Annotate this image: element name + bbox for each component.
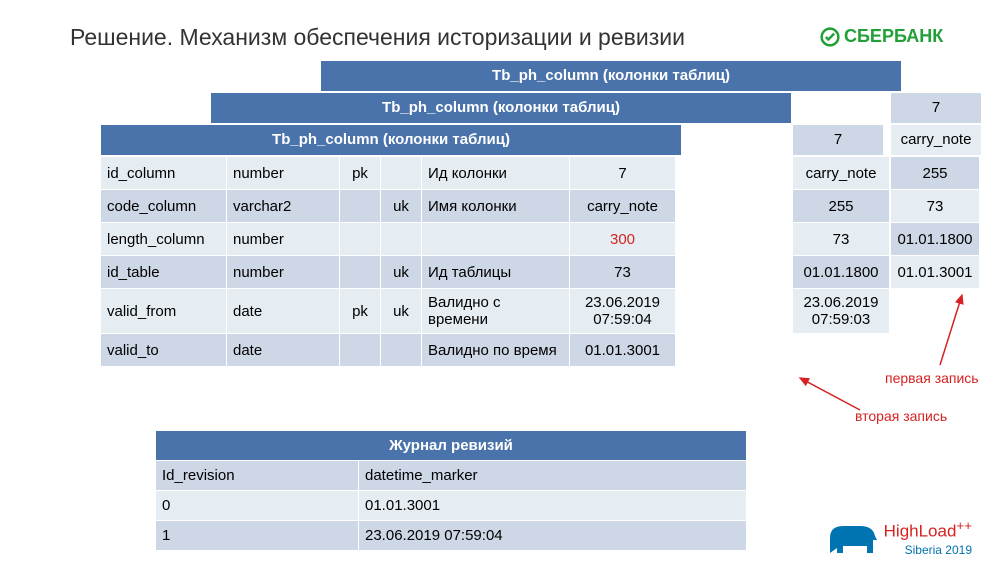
- cell: 73: [570, 256, 676, 289]
- cell: 23.06.2019 07:59:03: [793, 289, 890, 334]
- cell: pk: [340, 157, 381, 190]
- cell: [340, 190, 381, 223]
- cell: date: [227, 289, 340, 334]
- cell: 255: [793, 190, 890, 223]
- sberbank-logo: СБЕРБАНК: [820, 26, 943, 47]
- layer3-val1: 7: [890, 92, 982, 124]
- cell: carry_note: [793, 157, 890, 190]
- cell: valid_from: [101, 289, 227, 334]
- table-row: length_column number 300: [101, 223, 676, 256]
- table-row: id_column number pk Ид колонки 7: [101, 157, 676, 190]
- layer1-header: Tb_ph_column (колонки таблиц): [100, 124, 682, 156]
- cell: [381, 157, 422, 190]
- cell: 1: [156, 521, 359, 551]
- cell: uk: [381, 190, 422, 223]
- cell: 73: [891, 190, 980, 223]
- cell: Ид колонки: [422, 157, 570, 190]
- cell: varchar2: [227, 190, 340, 223]
- note-second: вторая запись: [855, 408, 947, 424]
- layer2-column: carry_note 255 73 01.01.1800 23.06.2019 …: [792, 156, 890, 334]
- rev-head1: Id_revision: [156, 461, 359, 491]
- cell: uk: [381, 256, 422, 289]
- cell: number: [227, 223, 340, 256]
- slide-title: Решение. Механизм обеспечения историзаци…: [70, 24, 685, 51]
- cell: 23.06.2019 07:59:04: [359, 521, 747, 551]
- cell: 01.01.3001: [891, 256, 980, 289]
- layer3-val2: carry_note: [890, 124, 982, 156]
- stacked-tables: Tb_ph_column (колонки таблиц) Tb_ph_colu…: [100, 60, 980, 390]
- table-row: valid_from date pk uk Валидно с времени …: [101, 289, 676, 334]
- cell: 73: [793, 223, 890, 256]
- cell: id_column: [101, 157, 227, 190]
- cell: 7: [570, 157, 676, 190]
- rev-head2: datetime_marker: [359, 461, 747, 491]
- layer3-column: 255 73 01.01.1800 01.01.3001: [890, 156, 980, 289]
- cell: 01.01.1800: [891, 223, 980, 256]
- cell: valid_to: [101, 334, 227, 367]
- brand-text: СБЕРБАНК: [844, 26, 943, 47]
- layer2-val1: 7: [792, 124, 884, 156]
- siberia-text: Siberia 2019: [905, 543, 972, 557]
- cell: Валидно с времени: [422, 289, 570, 334]
- cell: carry_note: [570, 190, 676, 223]
- cell-highlight: 300: [570, 223, 676, 256]
- cell: length_column: [101, 223, 227, 256]
- main-table: id_column number pk Ид колонки 7 code_co…: [100, 156, 676, 367]
- cell: number: [227, 157, 340, 190]
- cell: pk: [340, 289, 381, 334]
- cell: code_column: [101, 190, 227, 223]
- cell: [381, 223, 422, 256]
- table-row: valid_to date Валидно по время 01.01.300…: [101, 334, 676, 367]
- cell: 0: [156, 491, 359, 521]
- cell: [340, 334, 381, 367]
- cell: date: [227, 334, 340, 367]
- cell: 01.01.1800: [793, 256, 890, 289]
- layer2-header: Tb_ph_column (колонки таблиц): [210, 92, 792, 124]
- cell: [340, 223, 381, 256]
- cell: 01.01.3001: [570, 334, 676, 367]
- layer3-header: Tb_ph_column (колонки таблиц): [320, 60, 902, 92]
- table-row: id_table number uk Ид таблицы 73: [101, 256, 676, 289]
- highload-text: HighLoad: [884, 521, 957, 540]
- cell: number: [227, 256, 340, 289]
- cell: 255: [891, 157, 980, 190]
- bear-icon: [825, 518, 880, 563]
- cell: [340, 256, 381, 289]
- footer-logo: HighLoad++ Siberia 2019: [884, 518, 972, 559]
- rev-title: Журнал ревизий: [156, 431, 747, 461]
- cell: 01.01.3001: [359, 491, 747, 521]
- table-row: code_column varchar2 uk Имя колонки carr…: [101, 190, 676, 223]
- cell: id_table: [101, 256, 227, 289]
- cell: [381, 334, 422, 367]
- note-first: первая запись: [885, 370, 979, 386]
- cell: Ид таблицы: [422, 256, 570, 289]
- revision-table: Журнал ревизий Id_revision datetime_mark…: [155, 430, 747, 551]
- cell: uk: [381, 289, 422, 334]
- cell: Имя колонки: [422, 190, 570, 223]
- cell: Валидно по время: [422, 334, 570, 367]
- cell: 23.06.2019 07:59:04: [570, 289, 676, 334]
- cell: [422, 223, 570, 256]
